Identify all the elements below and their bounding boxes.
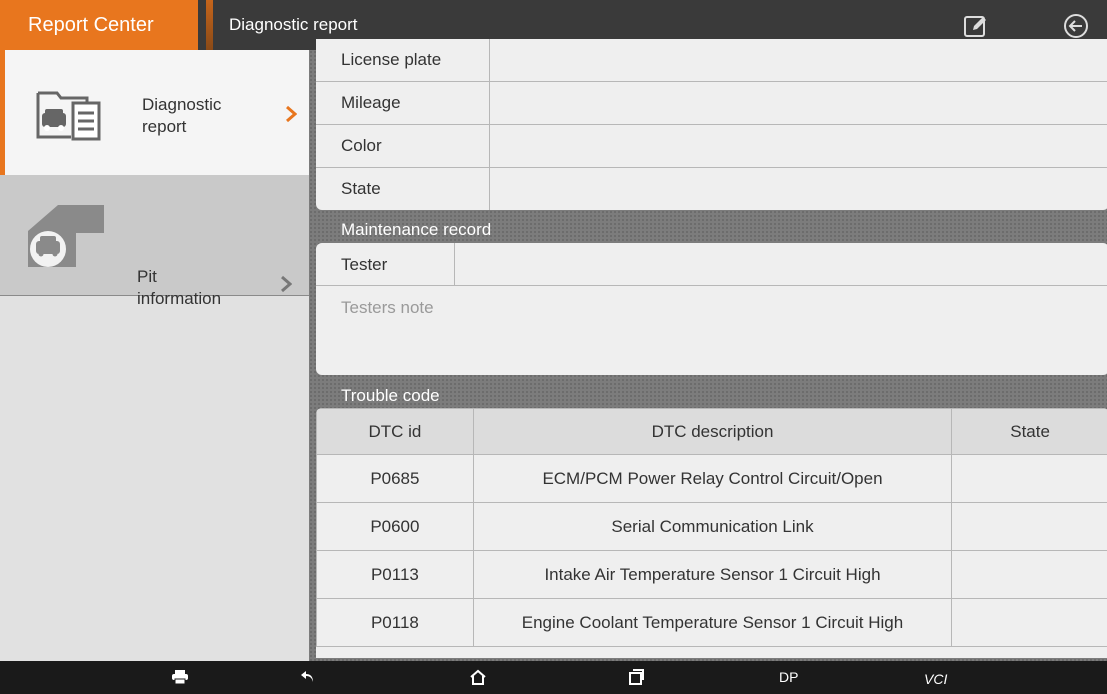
recent-apps-icon[interactable]: [628, 669, 644, 689]
sidebar-item-label: Diagnostic report: [142, 95, 222, 136]
sidebar-item-label: Pit information: [137, 267, 222, 308]
dtc-state-cell: [951, 598, 1107, 647]
dtc-id-cell: P0600: [316, 502, 474, 551]
tester-label: Tester: [341, 255, 388, 274]
back-arrow-icon[interactable]: [300, 670, 316, 688]
edit-note-icon[interactable]: [963, 13, 989, 39]
dtc-id-cell: P0118: [316, 598, 474, 647]
table-row[interactable]: P0113 Intake Air Temperature Sensor 1 Ci…: [316, 550, 1107, 599]
trouble-code-card: DTC id DTC description State P0685 ECM/P…: [316, 408, 1107, 658]
sidebar-item-pit-information[interactable]: Pit information: [0, 175, 309, 308]
dtc-description-cell: Serial Communication Link: [472, 502, 953, 551]
dtc-id-cell: P0113: [316, 550, 474, 599]
dtc-table: DTC id DTC description State P0685 ECM/P…: [316, 408, 1107, 647]
state-label: State: [341, 179, 381, 198]
license-plate-row[interactable]: License plate: [316, 39, 1107, 82]
testers-note-field[interactable]: Testers note: [341, 298, 434, 318]
chevron-right-icon: [285, 105, 298, 123]
dtc-description-header: DTC description: [472, 408, 953, 455]
dtc-description-cell: Intake Air Temperature Sensor 1 Circuit …: [472, 550, 953, 599]
system-nav-bar: DP VCI: [0, 661, 1107, 694]
garage-car-icon: [28, 203, 104, 272]
maintenance-section-title: Maintenance record: [341, 220, 492, 239]
table-row[interactable]: P0600 Serial Communication Link: [316, 502, 1107, 551]
app-title: Report Center: [28, 14, 154, 36]
license-plate-label: License plate: [341, 50, 442, 69]
printer-icon[interactable]: [172, 670, 188, 688]
chevron-right-icon: [280, 275, 293, 293]
mileage-row[interactable]: Mileage: [316, 82, 1107, 125]
mileage-label: Mileage: [341, 93, 401, 112]
dtc-id-header: DTC id: [316, 408, 474, 455]
dtc-state-cell: [951, 502, 1107, 551]
vci-status[interactable]: VCI: [924, 671, 947, 687]
app-title-tab[interactable]: Report Center: [0, 0, 198, 50]
dtc-description-cell: Engine Coolant Temperature Sensor 1 Circ…: [472, 598, 953, 647]
maintenance-card: Tester Testers note: [316, 243, 1107, 375]
back-circle-icon[interactable]: [1063, 13, 1089, 39]
dp-button[interactable]: DP: [779, 669, 798, 685]
dtc-state-cell: [951, 550, 1107, 599]
color-row[interactable]: Color: [316, 125, 1107, 168]
vehicle-info-card: License plate Mileage Color State: [316, 39, 1107, 210]
table-row[interactable]: P0118 Engine Coolant Temperature Sensor …: [316, 598, 1107, 647]
dtc-description-cell: ECM/PCM Power Relay Control Circuit/Open: [472, 454, 953, 503]
trouble-code-section-title: Trouble code: [341, 386, 440, 405]
dtc-id-cell: P0685: [316, 454, 474, 503]
dtc-state-cell: [951, 454, 1107, 503]
dtc-header-row: DTC id DTC description State: [316, 408, 1107, 455]
state-row[interactable]: State: [316, 168, 1107, 210]
car-document-icon: [35, 85, 105, 148]
tab-divider: [206, 0, 213, 50]
report-content[interactable]: License plate Mileage Color State Mainte…: [309, 39, 1107, 661]
table-row[interactable]: P0685 ECM/PCM Power Relay Control Circui…: [316, 454, 1107, 503]
tester-row[interactable]: Tester: [316, 243, 1107, 286]
sidebar: Diagnostic report Pit information: [0, 50, 309, 661]
page-title: Diagnostic report: [229, 15, 358, 34]
color-label: Color: [341, 136, 382, 155]
home-icon[interactable]: [469, 669, 487, 689]
sidebar-item-diagnostic-report[interactable]: Diagnostic report: [0, 50, 309, 175]
dtc-state-header: State: [951, 408, 1107, 455]
